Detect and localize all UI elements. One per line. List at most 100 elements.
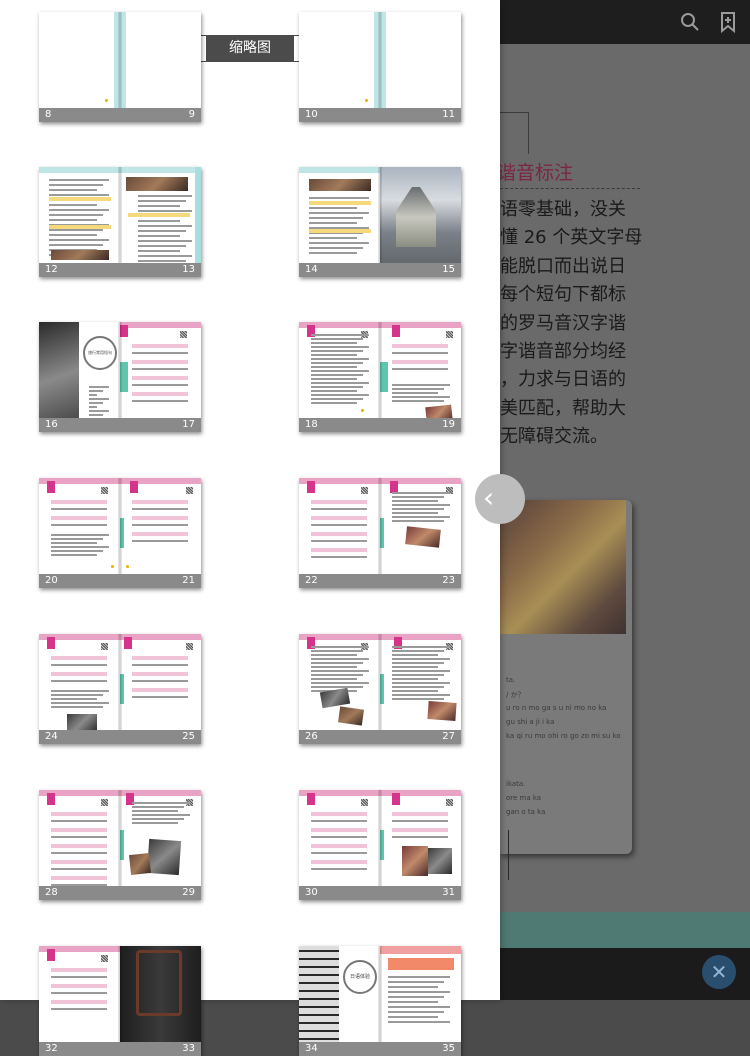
thumb-table-row (132, 688, 188, 692)
thumb-page-bar (299, 418, 461, 432)
thumb-header (299, 167, 380, 173)
thumb-text-line (138, 200, 186, 202)
thumb-left-page (299, 790, 380, 900)
thumb-tab (47, 637, 55, 649)
thumb-text-line (138, 235, 180, 237)
page-thumbnail[interactable]: 14 15 (299, 167, 461, 277)
thumb-text-line (311, 658, 369, 660)
qr-code (186, 487, 193, 494)
thumb-table-row (51, 1008, 107, 1010)
close-icon[interactable]: ✕ (702, 955, 736, 989)
page-thumbnail[interactable]: 89 (39, 12, 201, 122)
thumb-header (380, 946, 461, 954)
thumb-text-line (138, 240, 192, 242)
page-thumbnail[interactable]: 18 19 (299, 322, 461, 432)
thumb-table-row (132, 696, 188, 698)
card-text-line: ore ma ka (506, 794, 542, 802)
thumb-text-line (51, 698, 97, 700)
thumb-text-line (311, 374, 363, 376)
thumb-table-row (51, 500, 107, 504)
thumb-text-line (392, 500, 438, 502)
qr-code (446, 331, 453, 338)
article-line: ，力求与日语的 (500, 369, 626, 391)
thumb-photo (309, 179, 371, 191)
page-number: 23 (442, 575, 455, 586)
qr-code (361, 487, 368, 494)
thumb-table-row (51, 984, 107, 988)
card-text-line: gu shi a ji i ka (506, 718, 555, 726)
thumb-text-line (138, 205, 180, 207)
thumb-table-row (392, 368, 448, 370)
thumb-table-row (132, 400, 188, 402)
thumb-text-line (311, 346, 369, 348)
bookmark-icon[interactable] (716, 10, 740, 34)
thumb-text-line (388, 996, 444, 998)
page-thumbnail[interactable]: 22 23 (299, 478, 461, 588)
thumb-page-bar (39, 418, 201, 432)
thumb-page-bar (39, 574, 201, 588)
thumb-text-line (51, 550, 103, 552)
thumb-table-row (132, 368, 188, 370)
page-number: 9 (188, 109, 195, 120)
thumb-photo (51, 250, 109, 260)
page-thumbnail[interactable]: 28 29 (39, 790, 201, 900)
thumb-text-line (49, 219, 97, 221)
page-thumbnail[interactable]: 日语体验 34 35 (299, 946, 461, 1056)
thumb-text-line (311, 382, 369, 384)
thumb-text-line (311, 686, 363, 688)
thumb-header (120, 322, 201, 328)
thumb-table-row (132, 384, 188, 386)
page-thumbnail[interactable]: 32 33 (39, 946, 201, 1056)
thumb-text-line (392, 678, 438, 680)
page-thumbnail[interactable]: 12 13 (39, 167, 201, 277)
thumb-text-line (309, 207, 357, 209)
thumb-table-row (311, 500, 367, 504)
page-thumbnail[interactable]: 24 25 (39, 634, 201, 744)
page-thumbnail[interactable]: 旅行常用短句 16 17 (39, 322, 201, 432)
page-number: 15 (442, 264, 455, 275)
page-number: 19 (442, 419, 455, 430)
thumb-page-bar (39, 1042, 201, 1056)
tab-thumbnails[interactable]: 缩略图 (206, 36, 293, 61)
thumb-text-line (388, 1011, 444, 1013)
thumb-photo (319, 687, 351, 709)
thumb-text-line (49, 244, 103, 246)
qr-code (361, 799, 368, 806)
thumb-table-row (51, 976, 107, 978)
page-thumbnail[interactable]: 10 11 (299, 12, 461, 122)
thumb-table-row (311, 852, 367, 854)
thumb-table-row (132, 664, 188, 666)
thumb-text-line (311, 670, 369, 672)
thumb-text-line (392, 662, 444, 664)
thumb-text-line (49, 209, 109, 211)
thumb-table-row (388, 958, 454, 970)
thumb-table-row (311, 548, 367, 552)
thumb-text-line (392, 392, 438, 394)
search-icon[interactable] (678, 10, 702, 34)
thumb-right-page (380, 634, 461, 744)
page-thumbnail[interactable]: 20 21 (39, 478, 201, 588)
chevron-left-icon[interactable]: ‹ (475, 474, 525, 524)
thumb-text-line (392, 384, 450, 386)
thumb-table-row (128, 213, 190, 217)
article-line: 无障碍交流。 (500, 426, 608, 448)
thumb-fold (118, 167, 122, 277)
thumb-table-row (51, 992, 107, 994)
thumb-photo (405, 526, 441, 548)
page-number: 30 (305, 887, 318, 898)
thumb-table-row (132, 392, 188, 396)
thumb-text-line (392, 698, 444, 700)
thumb-text-line (49, 204, 97, 206)
thumb-text-line (309, 252, 357, 254)
page-thumbnail[interactable]: 26 27 (299, 634, 461, 744)
thumb-left-page (39, 634, 120, 744)
thumb-left-page (39, 478, 120, 588)
page-number: 35 (442, 1043, 455, 1054)
page-thumbnail[interactable]: 30 31 (299, 790, 461, 900)
thumb-text-line (311, 354, 357, 356)
thumb-header (120, 634, 201, 640)
thumb-photo (402, 846, 428, 876)
thumb-page-bar (39, 108, 201, 122)
thumb-table-row (51, 852, 107, 854)
thumb-left-page (39, 167, 120, 277)
